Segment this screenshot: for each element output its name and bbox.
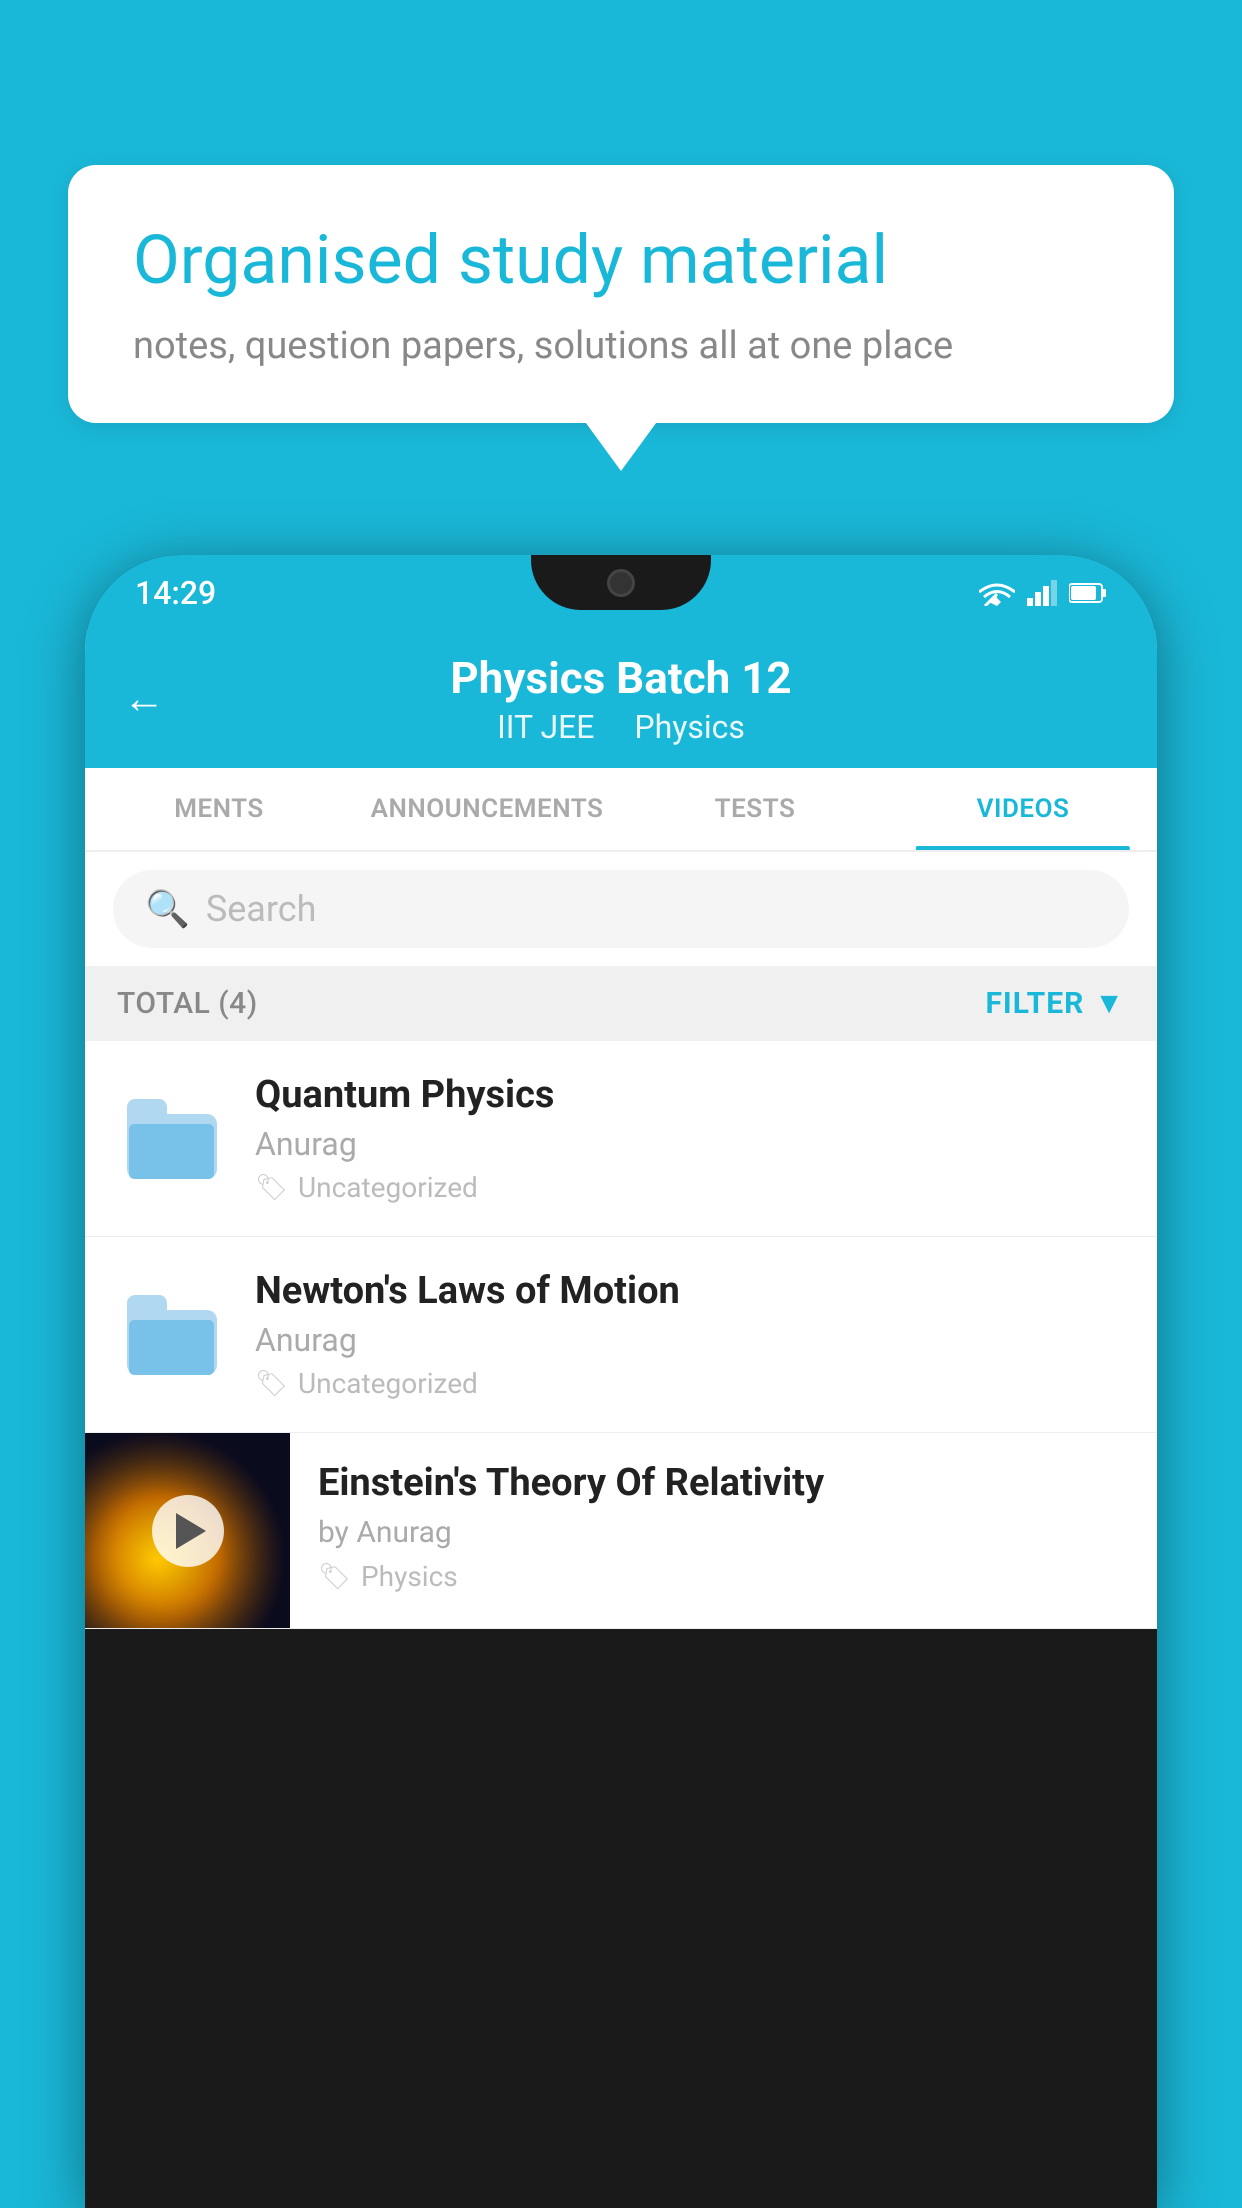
tab-videos[interactable]: VIDEOS xyxy=(889,768,1157,850)
tag-label-1: Uncategorized xyxy=(298,1171,478,1204)
folder-thumb-2 xyxy=(117,1280,227,1390)
video-author-2: Anurag xyxy=(255,1321,1125,1359)
status-icons xyxy=(979,580,1107,606)
tag-icon-1: 🏷 xyxy=(255,1173,288,1203)
video-thumbnail-3 xyxy=(85,1433,290,1628)
folder-icon-1 xyxy=(127,1099,217,1179)
list-item[interactable]: Quantum Physics Anurag 🏷 Uncategorized xyxy=(85,1041,1157,1237)
search-icon: 🔍 xyxy=(145,888,190,930)
video-author-3: by Anurag xyxy=(318,1515,1129,1550)
video-author-1: Anurag xyxy=(255,1125,1125,1163)
tag-label-3: Physics xyxy=(361,1560,458,1593)
camera xyxy=(607,569,635,597)
video-info-2: Newton's Laws of Motion Anurag 🏷 Uncateg… xyxy=(255,1269,1125,1400)
phone-content: ← Physics Batch 12 IIT JEE Physics MENTS… xyxy=(85,630,1157,1629)
status-bar: 14:29 xyxy=(85,555,1157,630)
filter-bar: TOTAL (4) FILTER ▼ xyxy=(85,966,1157,1041)
tab-tests[interactable]: TESTS xyxy=(621,768,889,850)
notch xyxy=(531,555,711,610)
search-input[interactable]: Search xyxy=(206,888,317,930)
tab-ments[interactable]: MENTS xyxy=(85,768,353,850)
filter-button[interactable]: FILTER ▼ xyxy=(985,986,1125,1021)
back-button[interactable]: ← xyxy=(123,675,165,724)
app-header-subtitle: IIT JEE Physics xyxy=(489,708,753,746)
filter-label: FILTER xyxy=(985,986,1084,1021)
list-item[interactable]: Newton's Laws of Motion Anurag 🏷 Uncateg… xyxy=(85,1237,1157,1433)
app-header-title: Physics Batch 12 xyxy=(450,652,791,704)
speech-bubble-title: Organised study material xyxy=(133,220,1109,302)
header-subtitle-part1: IIT JEE xyxy=(497,708,594,746)
video-list: Quantum Physics Anurag 🏷 Uncategorized xyxy=(85,1041,1157,1629)
video-title-2: Newton's Laws of Motion xyxy=(255,1269,1125,1313)
folder-thumb-1 xyxy=(117,1084,227,1194)
video-tag-3: 🏷 Physics xyxy=(318,1560,1129,1593)
video-info-3: Einstein's Theory Of Relativity by Anura… xyxy=(290,1433,1157,1621)
play-icon-3 xyxy=(176,1513,206,1549)
search-bar[interactable]: 🔍 Search xyxy=(113,870,1129,948)
app-header: ← Physics Batch 12 IIT JEE Physics xyxy=(85,630,1157,768)
video-title-1: Quantum Physics xyxy=(255,1073,1125,1117)
filter-icon: ▼ xyxy=(1094,986,1125,1021)
video-tag-1: 🏷 Uncategorized xyxy=(255,1171,1125,1204)
video-tag-2: 🏷 Uncategorized xyxy=(255,1367,1125,1400)
signal-icon xyxy=(1027,580,1057,606)
speech-bubble-subtitle: notes, question papers, solutions all at… xyxy=(133,324,1109,368)
video-title-3: Einstein's Theory Of Relativity xyxy=(318,1461,1129,1505)
video-info-1: Quantum Physics Anurag 🏷 Uncategorized xyxy=(255,1073,1125,1204)
phone-frame: 14:29 ← Physics Batch 12 xyxy=(85,555,1157,2208)
tab-announcements[interactable]: ANNOUNCEMENTS xyxy=(353,768,621,850)
tag-icon-3: 🏷 xyxy=(318,1562,351,1592)
status-time: 14:29 xyxy=(135,574,216,612)
folder-icon-2 xyxy=(127,1295,217,1375)
tag-icon-2: 🏷 xyxy=(255,1369,288,1399)
total-count: TOTAL (4) xyxy=(117,986,258,1021)
search-container: 🔍 Search xyxy=(85,852,1157,966)
tag-label-2: Uncategorized xyxy=(298,1367,478,1400)
speech-bubble: Organised study material notes, question… xyxy=(68,165,1174,423)
battery-icon xyxy=(1069,582,1107,604)
header-subtitle-part2: Physics xyxy=(634,708,745,746)
tab-bar: MENTS ANNOUNCEMENTS TESTS VIDEOS xyxy=(85,768,1157,852)
wifi-icon xyxy=(979,580,1015,606)
list-item[interactable]: Einstein's Theory Of Relativity by Anura… xyxy=(85,1433,1157,1629)
play-button-3[interactable] xyxy=(152,1495,224,1567)
